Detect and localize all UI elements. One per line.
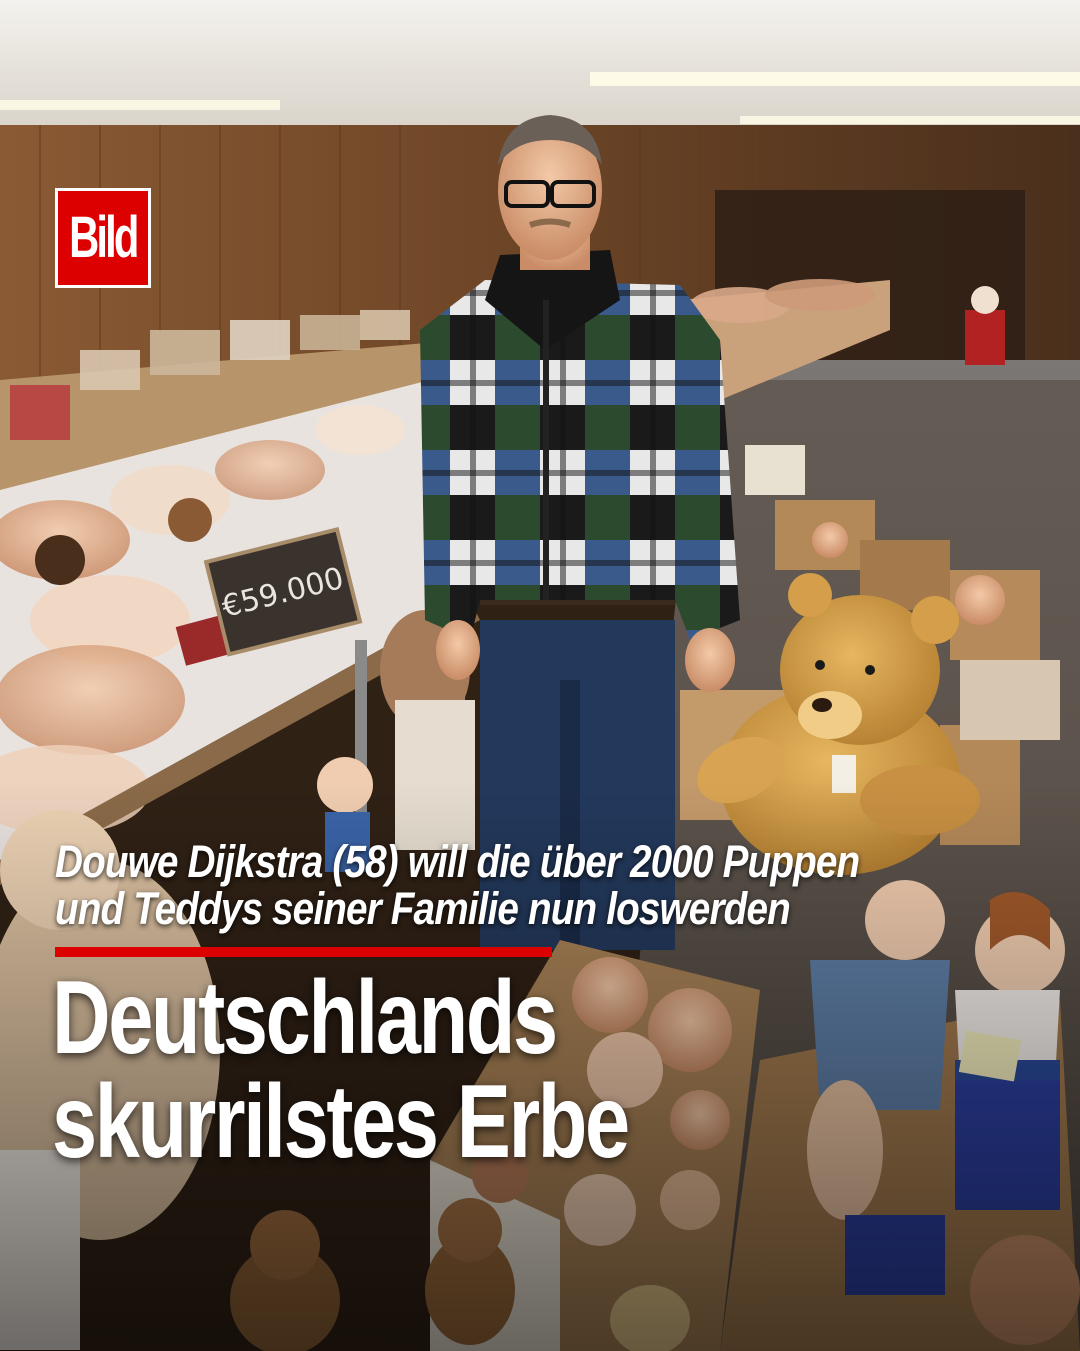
headline: Deutschlands skurrilstes Erbe: [52, 960, 630, 1180]
bild-logo-text: Bild: [69, 205, 139, 270]
headline-line-2: skurrilstes Erbe: [52, 1064, 630, 1180]
subheadline-line-1: Douwe Dijkstra (58) will die über 2000 P…: [55, 836, 860, 887]
subheadline-line-2: und Teddys seiner Familie nun loswerden: [55, 883, 791, 934]
post-card: €59.000 Bild Douwe Dijkstra (58) will di…: [0, 0, 1080, 1351]
subheadline: Douwe Dijkstra (58) will die über 2000 P…: [55, 838, 906, 932]
headline-line-1: Deutschlands: [52, 960, 558, 1076]
bild-logo: Bild: [55, 188, 151, 288]
red-divider: [55, 947, 552, 957]
